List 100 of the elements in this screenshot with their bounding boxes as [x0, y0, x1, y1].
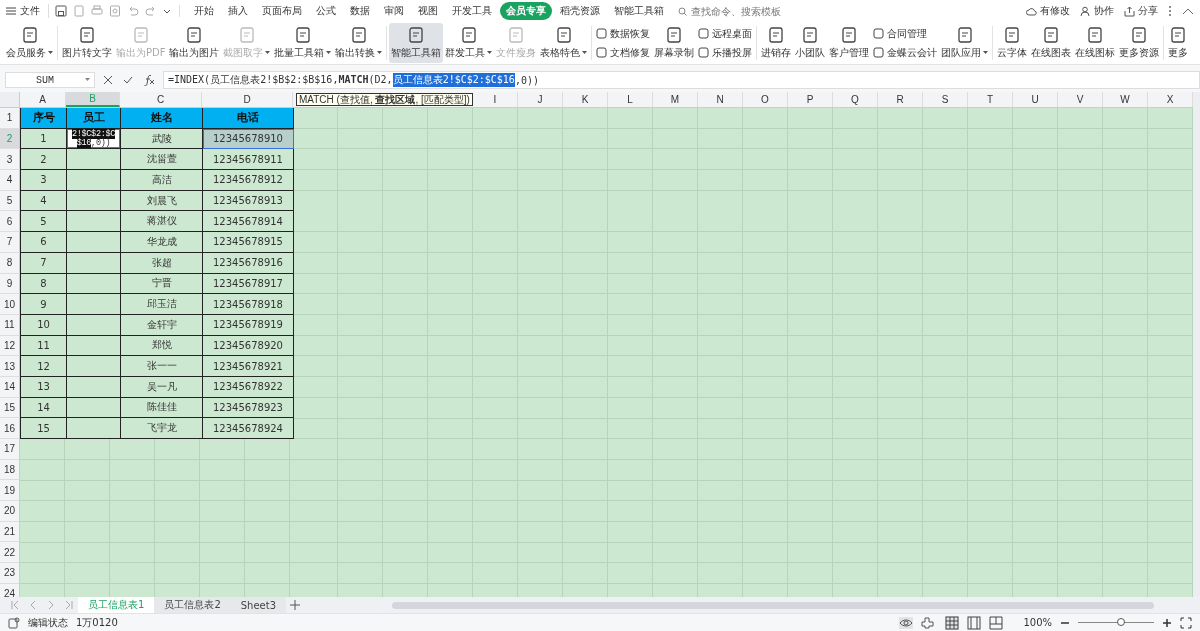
ribbon-button[interactable]: 团队应用	[939, 23, 991, 63]
row-header[interactable]: 17	[0, 439, 20, 460]
menu-tab[interactable]: 开发工具	[446, 2, 498, 20]
ribbon-button[interactable]: 表格特色	[538, 23, 590, 63]
ribbon-button[interactable]: 群发工具	[443, 23, 495, 63]
toolbar-action[interactable]: 有修改	[1026, 4, 1070, 18]
row-header[interactable]: 5	[0, 190, 20, 212]
column-header[interactable]: V	[1058, 92, 1103, 107]
fullscreen-icon[interactable]	[1180, 616, 1192, 629]
menu-tab[interactable]: 视图	[412, 2, 444, 20]
row-header[interactable]: 13	[0, 356, 20, 377]
ribbon-button[interactable]: 更多	[1166, 23, 1191, 63]
row-header[interactable]: 15	[0, 397, 20, 419]
sheet-tab[interactable]: Sheet3	[230, 597, 287, 613]
row-header[interactable]: 3	[0, 149, 20, 171]
macro-icon[interactable]	[8, 616, 20, 629]
menu-tab[interactable]: 智能工具箱	[608, 2, 670, 20]
ribbon-button[interactable]: 在线图标	[1073, 23, 1118, 63]
ribbon-button[interactable]: 文档修复	[596, 45, 651, 60]
row-header[interactable]: 19	[0, 480, 20, 502]
row-header[interactable]: 10	[0, 294, 20, 315]
ribbon-button[interactable]: 更多资源	[1117, 23, 1162, 63]
redo-icon[interactable]	[145, 5, 157, 17]
collapse-icon[interactable]	[1182, 7, 1194, 15]
column-header[interactable]: N	[698, 92, 743, 107]
menu-tab[interactable]: 审阅	[378, 2, 410, 20]
cell-editor[interactable]: 2!$C$2:$C$16,0))	[67, 128, 121, 150]
ribbon-button[interactable]: 会员服务	[4, 23, 55, 63]
search-field[interactable]: 查找命令、搜索模板	[678, 4, 813, 18]
check-icon[interactable]	[123, 75, 133, 85]
row-header[interactable]: 18	[0, 459, 20, 481]
column-header[interactable]: M	[653, 92, 698, 107]
menu-tab[interactable]: 页面布局	[256, 2, 308, 20]
ribbon-button[interactable]: 金蝶云会计	[873, 45, 938, 60]
column-header[interactable]: S	[923, 92, 968, 107]
ribbon-button[interactable]: 远程桌面	[698, 26, 753, 41]
ribbon-button[interactable]: 云字体	[995, 23, 1030, 63]
ribbon-button[interactable]: 进销存	[759, 23, 794, 63]
ribbon-button[interactable]: 图片转文字	[60, 23, 114, 63]
row-header[interactable]: 21	[0, 521, 20, 543]
function-icon[interactable]	[143, 74, 155, 86]
slider-thumb[interactable]	[1116, 618, 1125, 626]
row-header[interactable]: 11	[0, 314, 20, 336]
row-header[interactable]: 22	[0, 542, 20, 564]
row-header[interactable]: 8	[0, 252, 20, 274]
sheet-tab[interactable]: 员工信息表1	[78, 597, 155, 613]
close-icon[interactable]	[103, 75, 113, 85]
column-header[interactable]: T	[968, 92, 1013, 107]
column-header[interactable]: P	[788, 92, 833, 107]
column-header[interactable]: D	[202, 92, 293, 107]
row-header[interactable]: 7	[0, 232, 20, 253]
column-header[interactable]: U	[1013, 92, 1058, 107]
row-header[interactable]: 1	[0, 108, 20, 129]
column-header[interactable]: K	[563, 92, 608, 107]
ribbon-button[interactable]: 屏幕录制	[652, 23, 697, 63]
vertical-scrollbar[interactable]	[1193, 92, 1200, 597]
ribbon-button[interactable]: 输出为图片	[167, 23, 222, 63]
preview-icon[interactable]	[109, 5, 121, 17]
plus-icon[interactable]	[1162, 617, 1172, 628]
ribbon-button[interactable]: 输出转换	[333, 23, 385, 63]
ribbon-button[interactable]: 乐播投屏	[698, 45, 753, 60]
more-icon[interactable]	[1168, 5, 1172, 17]
ribbon-button[interactable]: 智能工具箱	[389, 23, 444, 63]
page-break-icon[interactable]	[989, 615, 1004, 630]
column-header[interactable]: C	[120, 92, 202, 107]
page-view-icon[interactable]	[967, 615, 982, 630]
menu-tab[interactable]: 稻壳资源	[554, 2, 606, 20]
undo-icon[interactable]	[127, 5, 139, 17]
ribbon-button[interactable]: 客户管理	[827, 23, 872, 63]
row-header[interactable]: 9	[0, 273, 20, 295]
column-header[interactable]: W	[1103, 92, 1148, 107]
file-menu[interactable]: 文件	[6, 4, 49, 18]
row-header[interactable]: 23	[0, 563, 20, 584]
row-header[interactable]: 16	[0, 418, 20, 439]
menu-tab[interactable]: 公式	[310, 2, 342, 20]
grid-view-icon[interactable]	[945, 615, 960, 630]
menu-tab[interactable]: 开始	[188, 2, 220, 20]
column-header[interactable]: R	[878, 92, 923, 107]
formula-field[interactable]: =INDEX(员工信息表2!$B$2:$B$16,MATCH(D2,员工信息表2!$C$2:$C$16,0))	[163, 71, 1200, 89]
ribbon-button[interactable]: 批量工具箱	[272, 23, 334, 63]
toolbar-action[interactable]: 分享	[1124, 4, 1158, 18]
save-icon[interactable]	[55, 5, 67, 17]
eye-icon[interactable]	[899, 616, 914, 629]
column-header[interactable]: J	[518, 92, 563, 107]
zoom-dropdown[interactable]: 100%	[1023, 617, 1052, 628]
ribbon-button[interactable]: 合同管理	[873, 26, 938, 41]
row-header[interactable]: 12	[0, 335, 20, 357]
column-header[interactable]: O	[743, 92, 788, 107]
toolbar-action[interactable]: 协作	[1080, 4, 1114, 18]
column-header[interactable]: I	[473, 92, 518, 107]
sheet-tab[interactable]: 员工信息表2	[154, 597, 231, 613]
add-sheet-icon[interactable]	[290, 600, 301, 610]
row-header[interactable]: 6	[0, 211, 20, 233]
column-header[interactable]: Q	[833, 92, 878, 107]
ribbon-button[interactable]: 小团队	[793, 23, 828, 63]
menu-tab[interactable]: 数据	[344, 2, 376, 20]
column-header[interactable]: L	[608, 92, 653, 107]
ribbon-button[interactable]: 数据恢复	[596, 26, 651, 41]
menu-tab[interactable]: 插入	[222, 2, 254, 20]
row-header[interactable]: 4	[0, 170, 20, 191]
